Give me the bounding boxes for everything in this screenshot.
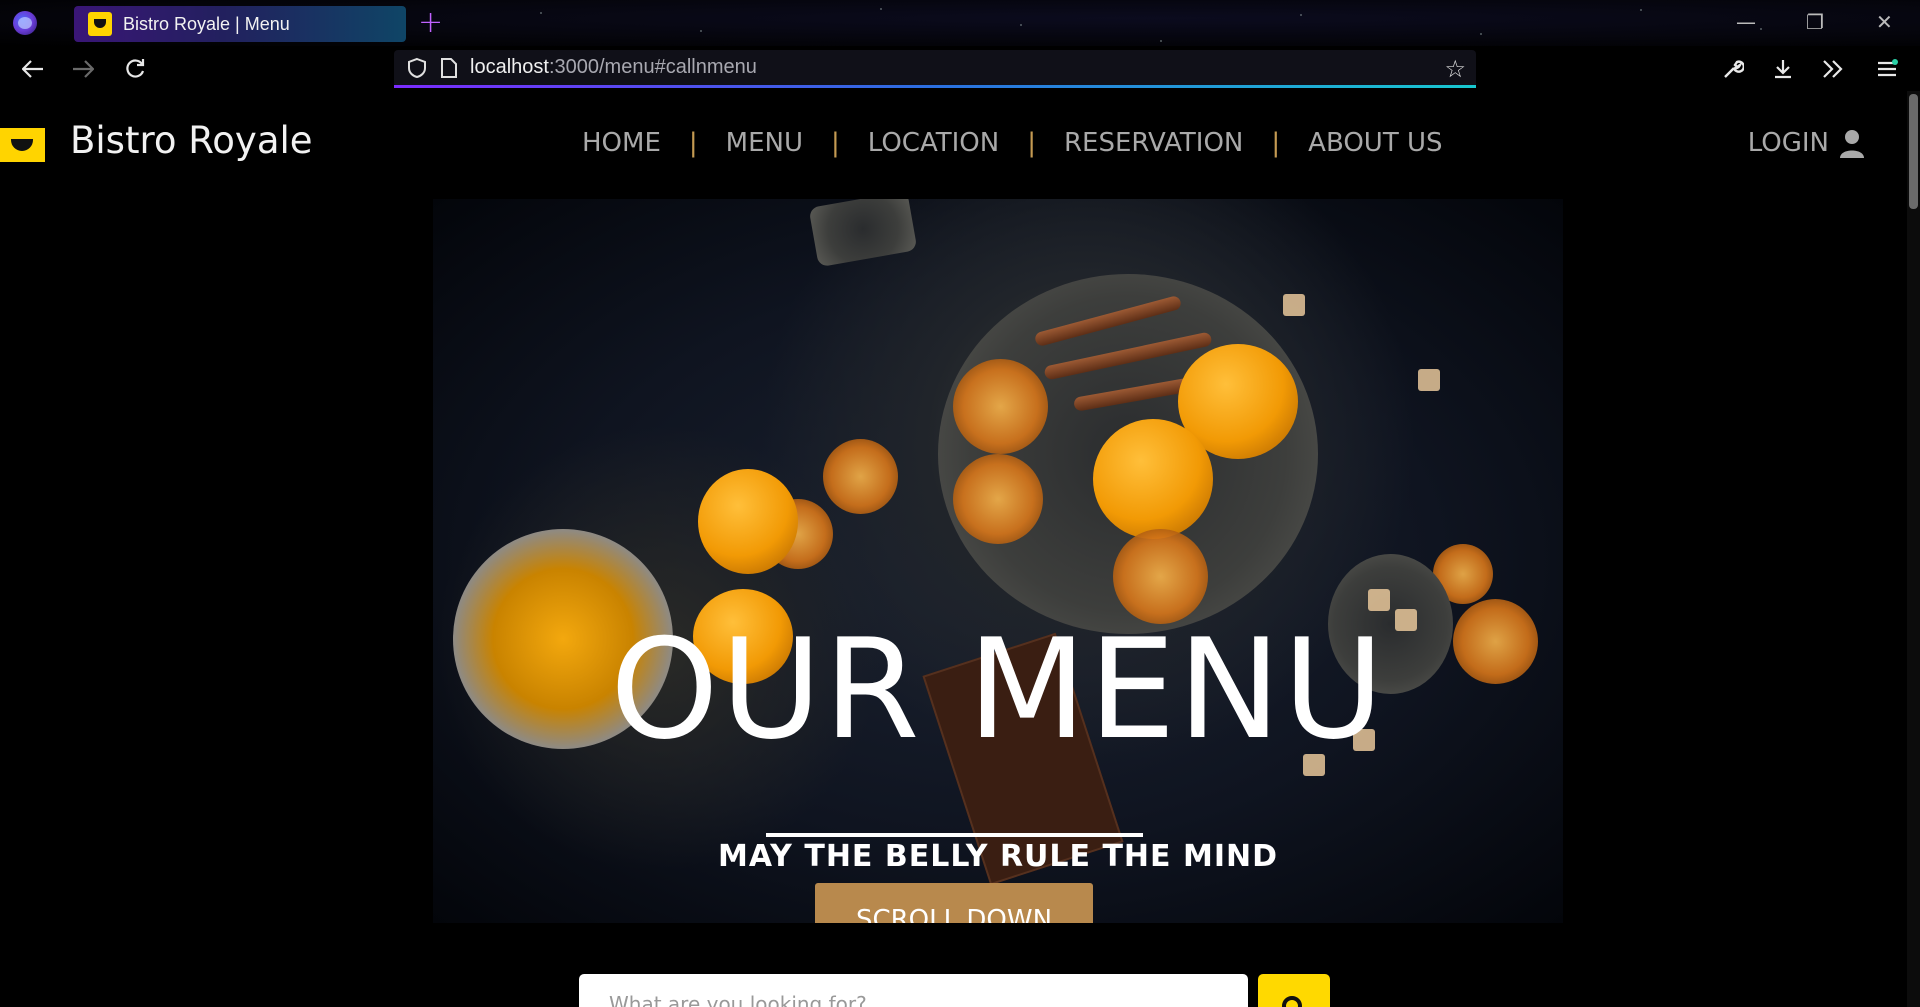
search-input[interactable] [579, 974, 1248, 1007]
page-scrollbar[interactable] [1907, 91, 1920, 1007]
new-tab-button[interactable]: + [418, 5, 443, 41]
url-bar[interactable]: localhost:3000/menu#callnmenu ☆ [394, 50, 1476, 88]
nav-location[interactable]: LOCATION [868, 128, 999, 158]
close-window-button[interactable]: ✕ [1876, 10, 1893, 34]
login-link[interactable]: LOGIN [1748, 128, 1829, 158]
clove-dish-decoration [808, 199, 918, 268]
back-icon[interactable] [18, 54, 48, 84]
star-decoration [1160, 40, 1162, 42]
browser-nav-bar: localhost:3000/menu#callnmenu ☆ [0, 46, 1920, 91]
reload-icon[interactable] [120, 54, 150, 84]
star-decoration [880, 8, 882, 10]
forward-icon[interactable] [68, 54, 98, 84]
web-page: Bistro Royale HOME | MENU | LOCATION | R… [0, 91, 1907, 1007]
page-icon [441, 57, 457, 78]
sugar-cube-decoration [1368, 589, 1390, 611]
orange-half-decoration [698, 469, 798, 574]
hero-subtitle: MAY THE BELLY RULE THE MIND [717, 839, 1278, 874]
favicon-icon [88, 12, 112, 36]
wrench-icon[interactable] [1718, 54, 1748, 84]
star-decoration [1640, 9, 1642, 11]
scroll-down-button[interactable]: SCROLL DOWN [815, 883, 1093, 923]
star-decoration [1020, 24, 1022, 26]
sugar-cube-decoration [1418, 369, 1440, 391]
bookmark-star-icon[interactable]: ☆ [1444, 57, 1466, 81]
main-navigation: HOME | MENU | LOCATION | RESERVATION | A… [582, 128, 1443, 158]
star-decoration [700, 30, 702, 32]
nav-separator: | [688, 128, 698, 158]
nav-about-us[interactable]: ABOUT US [1308, 128, 1442, 158]
minimize-button[interactable]: — [1736, 10, 1756, 34]
sugar-cube-decoration [1283, 294, 1305, 316]
tab-title: Bistro Royale | Menu [123, 13, 290, 34]
browser-tab-bar: Bistro Royale | Menu + — ❐ ✕ [0, 0, 1920, 46]
url-host: localhost [470, 56, 549, 78]
orange-slice-decoration [823, 439, 898, 514]
hero-banner: OUR MENU MAY THE BELLY RULE THE MIND SCR… [433, 199, 1563, 923]
star-decoration [1300, 14, 1302, 16]
nav-reservation[interactable]: RESERVATION [1064, 128, 1243, 158]
nav-separator: | [1271, 128, 1281, 158]
menu-hamburger-icon[interactable] [1872, 54, 1902, 84]
star-decoration [1760, 28, 1762, 30]
shield-icon[interactable] [406, 57, 428, 79]
url-path: :3000/menu#callnmenu [548, 56, 757, 78]
orange-decoration [1093, 419, 1213, 539]
restore-button[interactable]: ❐ [1806, 10, 1824, 34]
star-decoration [1480, 33, 1482, 35]
firefox-logo-icon[interactable] [13, 11, 37, 35]
nav-separator: | [831, 128, 840, 158]
search-button[interactable] [1258, 974, 1330, 1007]
orange-slice-decoration [953, 359, 1048, 454]
nav-menu[interactable]: MENU [726, 128, 803, 158]
orange-slice-decoration [953, 454, 1043, 544]
scrollbar-thumb[interactable] [1909, 94, 1918, 209]
url-text[interactable]: localhost:3000/menu#callnmenu [470, 56, 757, 79]
hero-title: OUR MENU [610, 609, 1386, 770]
site-header: Bistro Royale HOME | MENU | LOCATION | R… [0, 91, 1907, 199]
bistro-logo-icon[interactable] [0, 128, 45, 162]
nav-home[interactable]: HOME [582, 128, 661, 158]
search-icon [1282, 996, 1302, 1007]
star-decoration [540, 12, 542, 14]
user-icon[interactable] [1839, 129, 1865, 159]
hero-underline [766, 833, 1143, 837]
tab-bistro-royale-menu[interactable]: Bistro Royale | Menu [74, 6, 406, 42]
extensions-overflow-icon[interactable] [1818, 54, 1848, 84]
nav-separator: | [1027, 128, 1036, 158]
download-icon[interactable] [1768, 54, 1798, 84]
site-name[interactable]: Bistro Royale [70, 119, 313, 162]
